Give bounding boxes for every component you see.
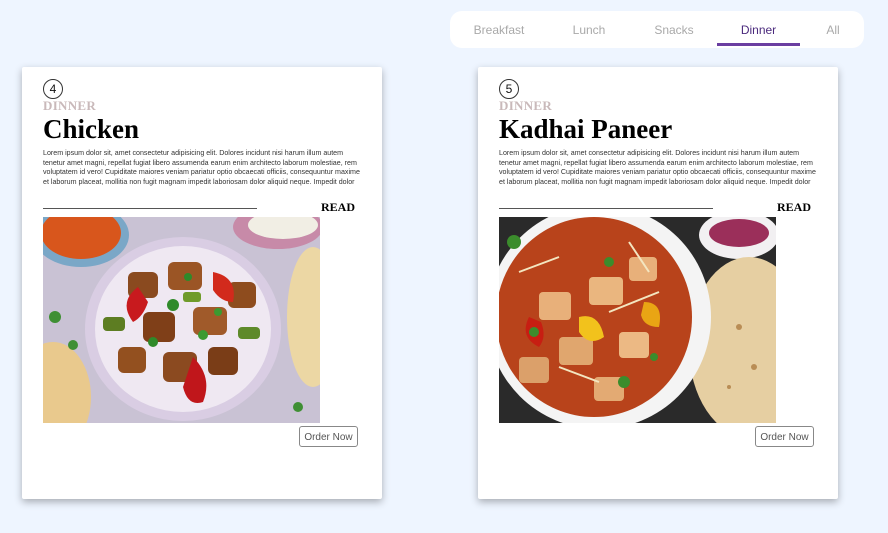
read-link[interactable]: READ [777, 200, 811, 215]
card-description: Lorem ipsum dolor sit, amet consectetur … [43, 149, 360, 186]
card-category: DINNER [43, 98, 97, 113]
tab-lunch[interactable]: Lunch [547, 11, 631, 48]
read-link[interactable]: READ [321, 200, 355, 215]
card-category: DINNER [499, 98, 553, 113]
recipe-card-kadhai-paneer: 5 DINNER Kadhai Paneer Lorem ipsum dolor… [478, 67, 838, 499]
item-number-badge: 4 [43, 79, 63, 99]
card-title: Chicken [43, 114, 140, 144]
category-tabs: Breakfast Lunch Snacks Dinner All [450, 11, 864, 48]
item-number-badge: 5 [499, 79, 519, 99]
recipe-card-chicken: 4 DINNER Chicken Lorem ipsum dolor sit, … [22, 67, 382, 499]
order-now-button[interactable]: Order Now [755, 426, 814, 447]
divider [499, 208, 713, 209]
order-now-button[interactable]: Order Now [299, 426, 358, 447]
kadhai-paneer-dish-photo [499, 217, 776, 423]
tab-breakfast[interactable]: Breakfast [456, 11, 542, 48]
tab-snacks[interactable]: Snacks [632, 11, 716, 48]
chicken-dish-photo [43, 217, 320, 423]
active-tab-indicator [717, 43, 800, 46]
card-title: Kadhai Paneer [499, 114, 673, 144]
divider [43, 208, 257, 209]
card-description: Lorem ipsum dolor sit, amet consectetur … [499, 149, 816, 186]
tab-all[interactable]: All [806, 11, 860, 48]
